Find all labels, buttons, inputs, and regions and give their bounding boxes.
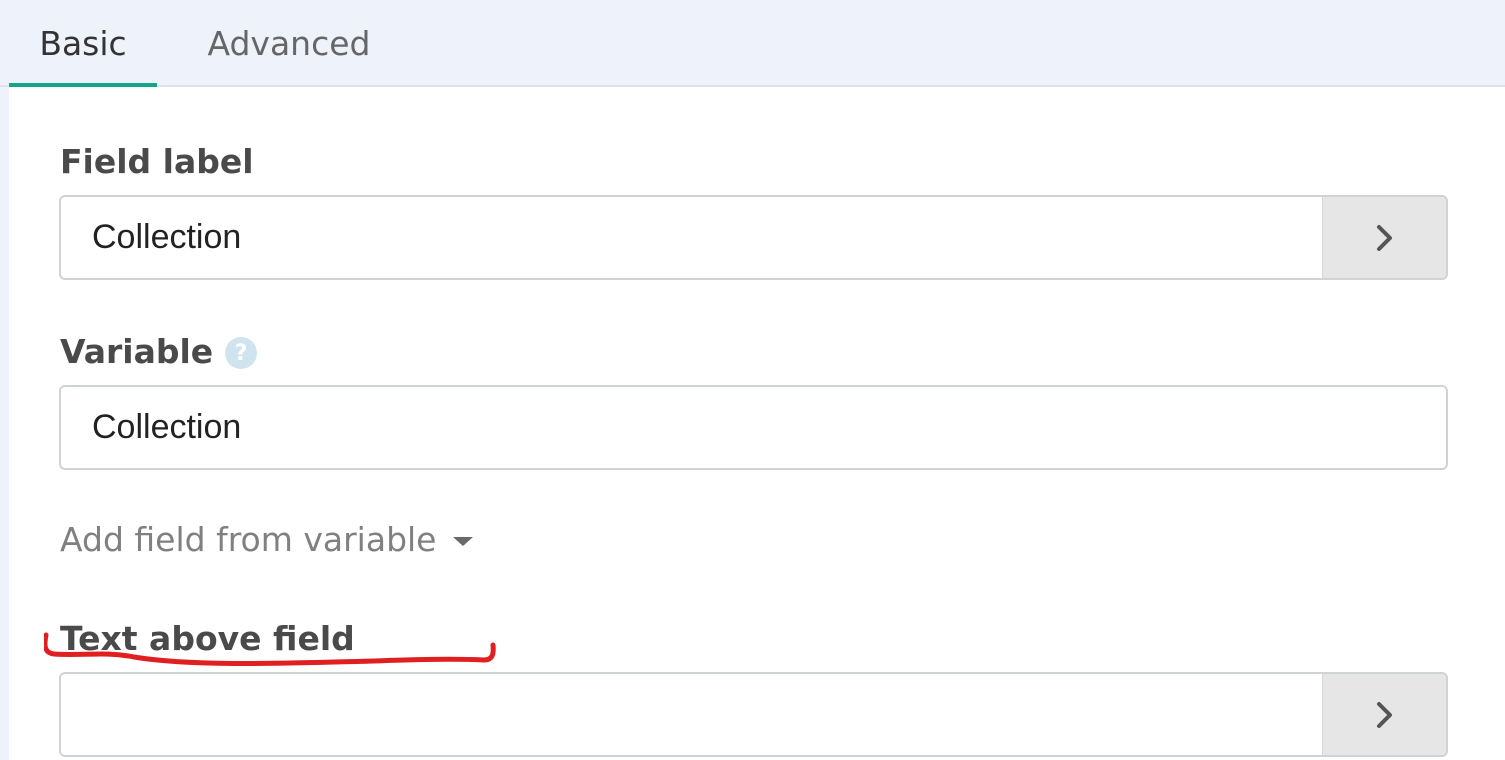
question-circle-icon[interactable]: ? (225, 337, 257, 369)
tab-basic[interactable]: Basic (9, 0, 157, 89)
add-field-from-variable-dropdown[interactable]: Add field from variable (60, 520, 473, 559)
variable-heading: Variable (60, 332, 214, 371)
add-field-from-variable-label: Add field from variable (60, 520, 437, 559)
text-above-field-input-group (59, 672, 1448, 757)
settings-page: Basic Advanced Field label Variable ? Ad… (0, 0, 1505, 760)
field-label-input[interactable] (61, 197, 1327, 278)
help-glyph: ? (234, 340, 248, 366)
variable-input[interactable] (61, 387, 1446, 468)
basic-panel: Field label Variable ? Add field from va… (9, 87, 1505, 760)
tab-basic-label: Basic (39, 24, 127, 63)
caret-down-icon (452, 537, 473, 546)
chevron-right-icon (1376, 701, 1392, 728)
text-above-field-addon-button[interactable] (1322, 674, 1446, 755)
field-label-heading: Field label (60, 142, 254, 181)
text-above-field-heading: Text above field (60, 619, 355, 658)
field-label-input-group (59, 195, 1448, 280)
tab-advanced[interactable]: Advanced (185, 0, 393, 87)
field-label-addon-button[interactable] (1322, 197, 1446, 278)
chevron-right-icon (1376, 224, 1392, 251)
variable-input-group (59, 385, 1448, 470)
tab-bar: Basic Advanced (0, 0, 1505, 89)
text-above-field-input[interactable] (61, 674, 1327, 755)
tab-advanced-label: Advanced (207, 24, 371, 63)
